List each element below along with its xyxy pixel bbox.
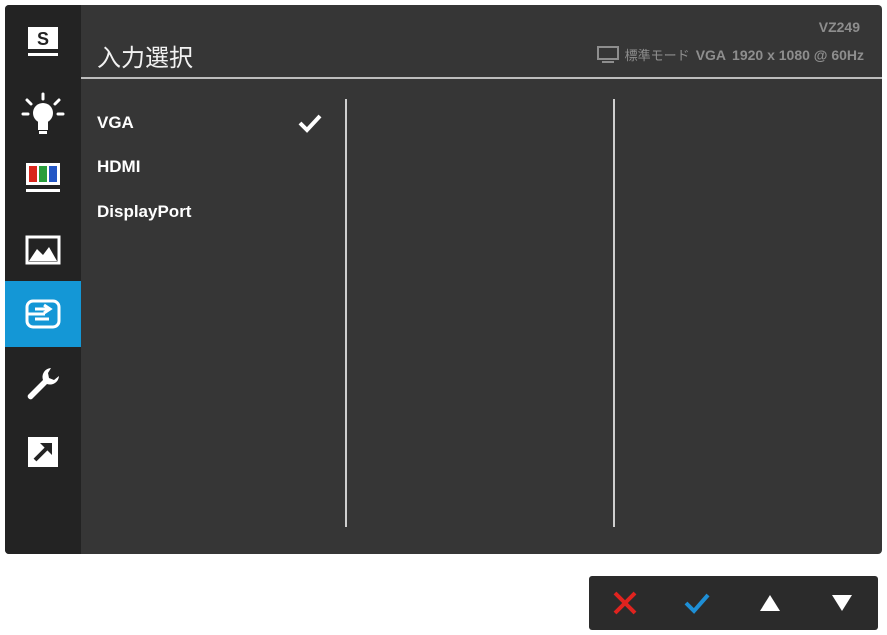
resolution-label: 1920 x 1080 @ 60Hz: [732, 46, 864, 63]
status-bar: 標準モード VGA 1920 x 1080 @ 60Hz: [596, 45, 864, 64]
column-divider: [613, 99, 615, 527]
sidebar-item-splendid[interactable]: S: [5, 9, 81, 75]
model-name: VZ249: [818, 19, 860, 35]
splendid-s-icon: S: [28, 27, 58, 56]
sidebar-item-blue-light-filter[interactable]: [5, 81, 81, 147]
column-divider: [345, 99, 347, 527]
option-displayport[interactable]: DisplayPort: [97, 202, 191, 222]
down-arrow-icon: [831, 595, 852, 611]
bulb-icon: [21, 92, 65, 134]
up-arrow-icon: [759, 595, 780, 611]
sidebar-item-input-select[interactable]: [5, 281, 81, 347]
sidebar-item-system-setup[interactable]: [5, 351, 81, 417]
close-button[interactable]: [595, 576, 655, 630]
sidebar-item-color[interactable]: [5, 145, 81, 211]
osd-panel: S 入力選択 VZ249 標準モード VGA 1920 x 1080 @ 60H…: [5, 5, 882, 554]
mountain-image-icon: [25, 235, 61, 265]
down-button[interactable]: [812, 576, 872, 630]
selected-check-icon: [298, 114, 322, 133]
option-vga[interactable]: VGA: [97, 113, 134, 133]
header-divider: [81, 77, 882, 79]
sidebar-item-shortcut[interactable]: [5, 419, 81, 485]
mode-label: 標準モード: [624, 49, 690, 64]
close-icon: [613, 591, 637, 615]
input-icon: [25, 299, 61, 329]
wrench-icon: [27, 368, 59, 400]
option-hdmi[interactable]: HDMI: [97, 157, 140, 177]
page-title: 入力選択: [97, 44, 193, 72]
signal-label: VGA: [695, 46, 727, 63]
up-button[interactable]: [740, 576, 800, 630]
nav-bar: [589, 576, 878, 630]
sidebar-item-image[interactable]: [5, 217, 81, 283]
monitor-icon: [596, 45, 619, 63]
confirm-button[interactable]: [667, 576, 727, 630]
splendid-s-label: S: [37, 29, 49, 49]
shortcut-arrow-icon: [28, 437, 58, 467]
color-bars-icon: [26, 163, 60, 192]
check-icon: [684, 593, 710, 614]
sidebar: S: [5, 5, 81, 554]
